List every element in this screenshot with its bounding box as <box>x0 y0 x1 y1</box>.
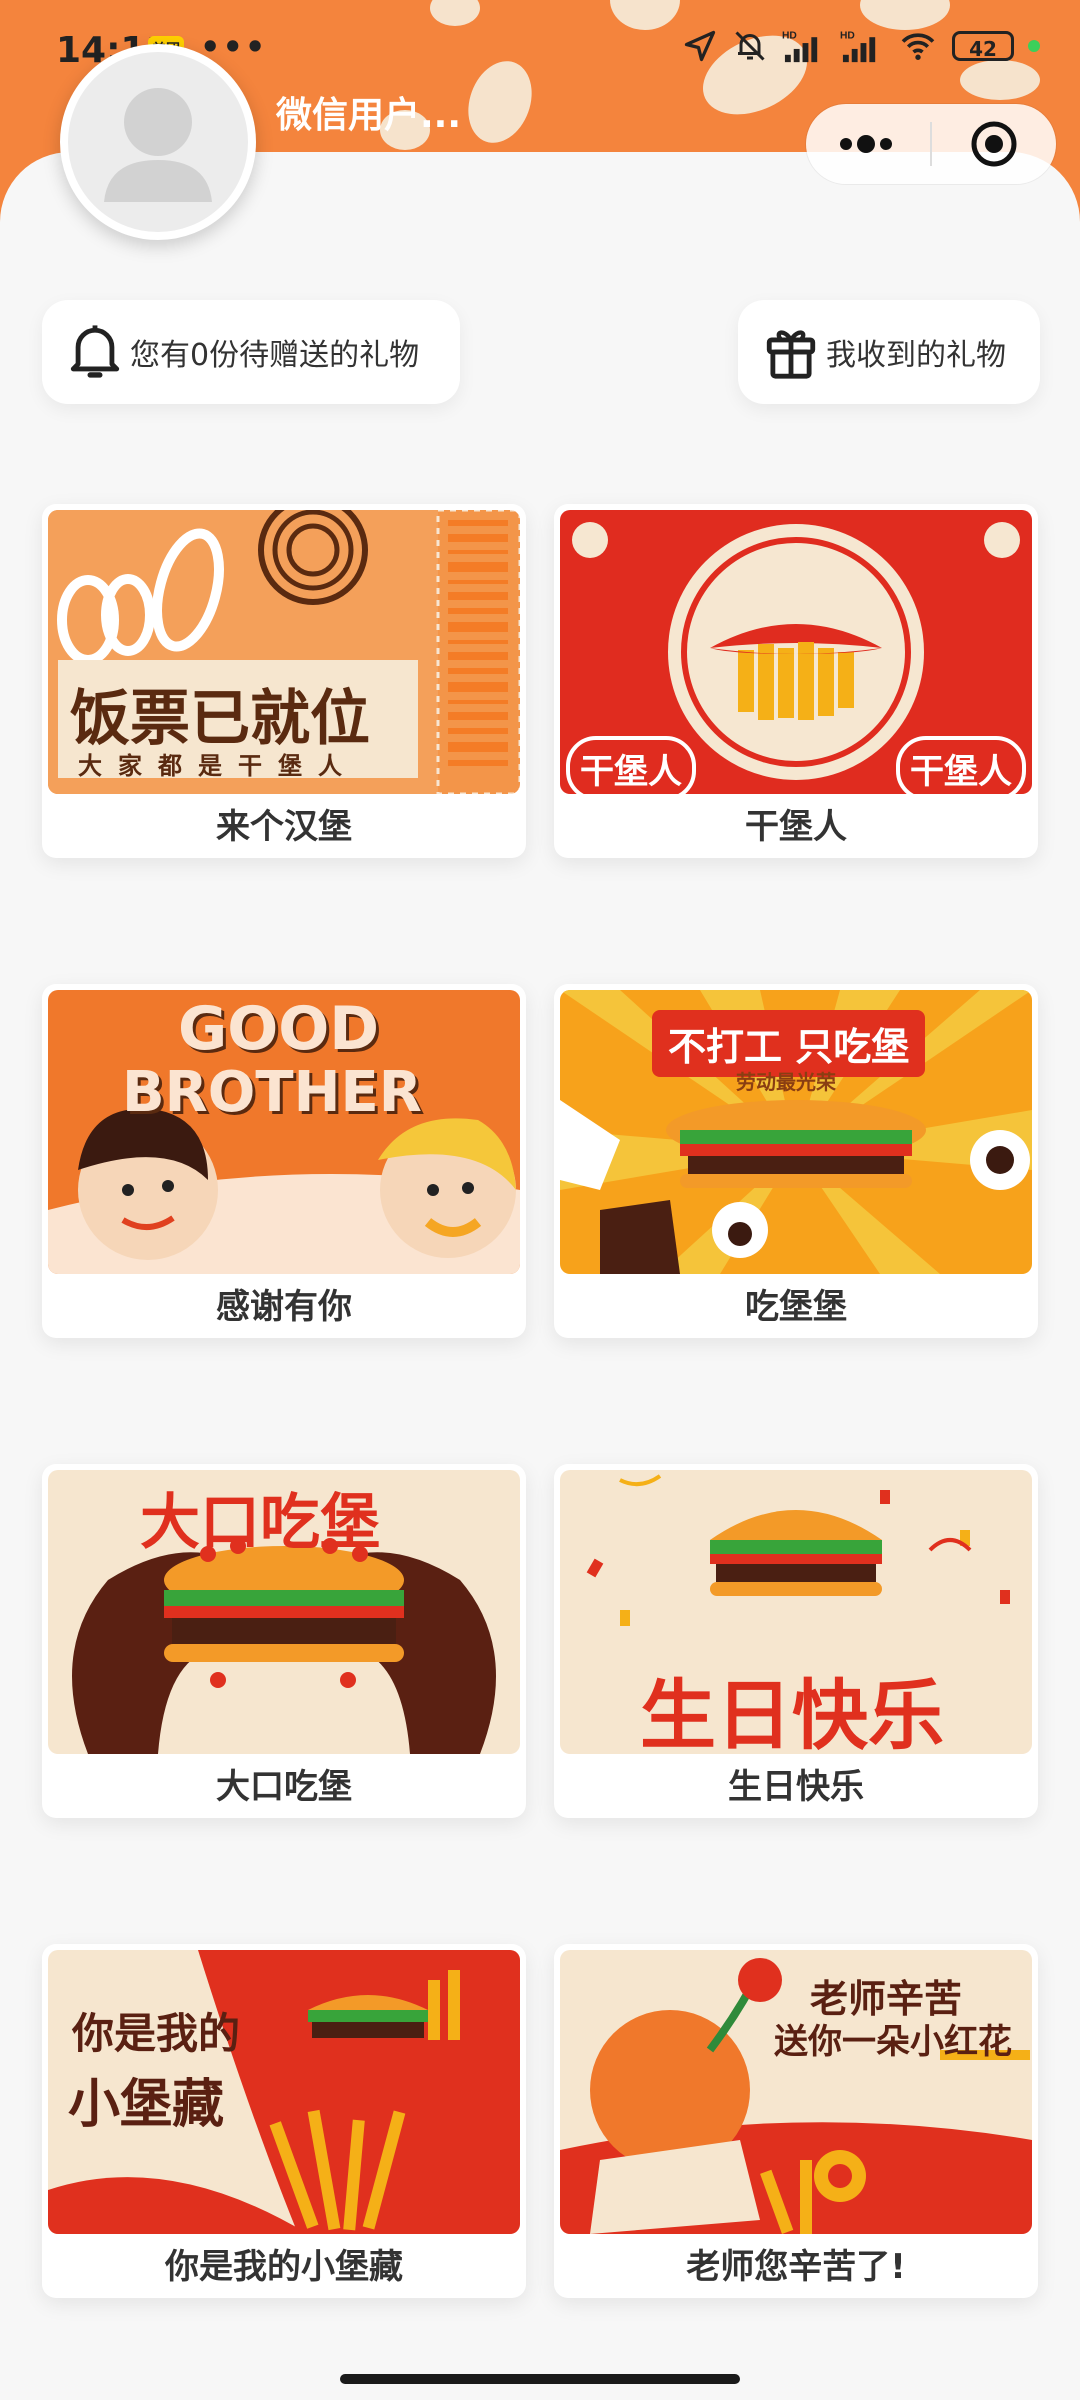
card-art-subtitle: 小堡藏 <box>68 2075 225 2135</box>
default-user-icon <box>104 88 212 202</box>
card-art-xiao-bao-cang: 你是我的 小堡藏 <box>48 1950 520 2234</box>
card-art-meal-ticket: 饭票已就位 大家都是干堡人 <box>48 510 520 794</box>
card-art-title: GOOD <box>178 994 380 1064</box>
card-label: 吃堡堡 <box>745 1287 847 1327</box>
gift-card-sheng-ri-kuai-le[interactable]: 生日快乐 生日快乐 <box>554 1464 1038 1818</box>
mute-bell-icon <box>735 31 765 61</box>
pending-gifts-label: 您有0份待赠送的礼物 <box>130 338 420 373</box>
more-options-icon[interactable] <box>806 104 930 184</box>
location-icon <box>684 30 716 62</box>
user-avatar[interactable] <box>60 44 256 240</box>
card-art-subtitle: BROTHER <box>122 1060 422 1125</box>
card-art-chi-bao: 不打工 只吃堡 劳动最光荣 <box>560 990 1032 1274</box>
card-art-title: 生日快乐 <box>640 1671 944 1754</box>
gift-card-xiao-bao-cang[interactable]: 你是我的 小堡藏 你是我的小堡藏 <box>42 1944 526 2298</box>
wifi-icon <box>901 33 935 60</box>
card-art-title: 饭票已就位 <box>70 684 370 754</box>
card-label: 生日快乐 <box>728 1767 864 1807</box>
miniprogram-capsule <box>806 104 1056 184</box>
pending-gifts-button[interactable]: 您有0份待赠送的礼物 <box>42 300 460 404</box>
home-indicator[interactable] <box>340 2374 740 2384</box>
bell-icon <box>66 320 124 384</box>
svg-text:HD: HD <box>840 31 855 42</box>
received-gifts-label: 我收到的礼物 <box>826 338 1006 373</box>
card-art-subtitle: 大家都是干堡人 <box>78 752 358 780</box>
status-icons: HD HD 42 <box>682 28 1040 64</box>
card-art-title: 干堡人 <box>566 736 696 794</box>
card-label: 大口吃堡 <box>216 1767 352 1807</box>
privacy-indicator <box>1028 40 1040 52</box>
gift-card-lao-shi-xin-ku[interactable]: 老师辛苦 送你一朵小红花 老师您辛苦了! <box>554 1944 1038 2298</box>
card-label: 感谢有你 <box>216 1287 352 1327</box>
card-art-gan-bao-ren: 干堡人 干堡人 <box>560 510 1032 794</box>
user-name[interactable]: 微信用户... <box>276 86 461 138</box>
card-art-title-2: 干堡人 <box>896 736 1026 794</box>
close-miniprogram-icon[interactable] <box>932 104 1056 184</box>
card-label: 你是我的小堡藏 <box>165 2247 403 2287</box>
card-art-da-kou: 大口吃堡 <box>48 1470 520 1754</box>
gift-card-gan-xie-you-ni[interactable]: GOOD BROTHER 感谢有你 <box>42 984 526 1338</box>
card-art-subtitle: 送你一朵小红花 <box>774 2022 1012 2062</box>
gift-card-gan-bao-ren[interactable]: 干堡人 干堡人 干堡人 <box>554 504 1038 858</box>
card-label: 来个汉堡 <box>216 807 352 847</box>
signal-hd-icon: HD <box>782 31 818 63</box>
svg-text:HD: HD <box>782 31 797 42</box>
battery-indicator: 42 <box>952 31 1014 61</box>
card-art-teacher: 老师辛苦 送你一朵小红花 <box>560 1950 1032 2234</box>
gift-card-chi-bao-bao[interactable]: 不打工 只吃堡 劳动最光荣 吃堡堡 <box>554 984 1038 1338</box>
card-art-subtitle: 劳动最光荣 <box>736 1070 836 1094</box>
gift-box-icon <box>762 320 820 384</box>
card-art-good-brother: GOOD BROTHER <box>48 990 520 1274</box>
gift-card-da-kou-chi-bao[interactable]: 大口吃堡 大口吃堡 <box>42 1464 526 1818</box>
card-label: 老师您辛苦了! <box>686 2247 906 2287</box>
signal-hd-icon-2: HD <box>840 31 876 63</box>
card-art-birthday: 生日快乐 <box>560 1470 1032 1754</box>
card-label: 干堡人 <box>745 807 847 847</box>
card-art-title: 你是我的 <box>72 2009 241 2058</box>
gift-card-lai-ge-hanbao[interactable]: 饭票已就位 大家都是干堡人 来个汉堡 <box>42 504 526 858</box>
received-gifts-button[interactable]: 我收到的礼物 <box>738 300 1040 404</box>
card-art-title: 大口吃堡 <box>140 1488 380 1558</box>
